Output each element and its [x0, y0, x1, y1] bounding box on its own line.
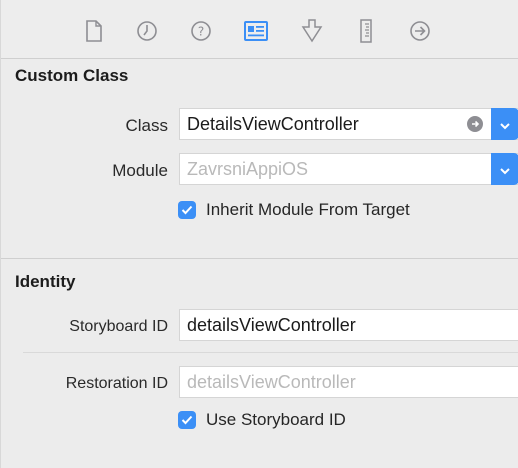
ruler-icon	[359, 19, 373, 43]
attributes-icon	[301, 19, 323, 43]
tab-connections-inspector[interactable]	[405, 16, 435, 46]
section-divider	[1, 258, 518, 259]
file-icon	[85, 20, 103, 42]
identity-inspector-panel: ? Custom Class Class DetailsViewControll…	[0, 0, 518, 468]
class-combo[interactable]: DetailsViewController	[179, 108, 518, 140]
restoration-id-placeholder[interactable]: detailsViewController	[187, 372, 518, 393]
tab-bar-divider	[1, 58, 518, 59]
class-field[interactable]: DetailsViewController	[187, 114, 467, 135]
restoration-id-label: Restoration ID	[65, 375, 168, 392]
row-separator	[23, 352, 518, 353]
go-to-class-arrow-icon[interactable]	[467, 116, 483, 132]
tab-identity-inspector[interactable]	[241, 16, 271, 46]
svg-text:?: ?	[198, 25, 204, 39]
inspector-tab-bar: ?	[1, 0, 518, 58]
chevron-down-icon	[499, 159, 511, 180]
custom-class-heading: Custom Class	[15, 66, 129, 85]
class-label: Class	[125, 116, 168, 135]
identity-card-icon	[244, 21, 268, 41]
inherit-module-row[interactable]: Inherit Module From Target	[178, 200, 410, 220]
module-field[interactable]: ZavrsniAppiOS	[187, 159, 491, 180]
clock-icon	[136, 20, 158, 42]
module-label: Module	[112, 161, 168, 180]
arrow-circle-icon	[409, 20, 431, 42]
use-storyboard-id-row[interactable]: Use Storyboard ID	[178, 410, 346, 430]
use-storyboard-id-checkbox[interactable]	[178, 411, 196, 429]
tab-file-inspector[interactable]	[79, 16, 109, 46]
tab-history-inspector[interactable]	[132, 16, 162, 46]
storyboard-id-value[interactable]: detailsViewController	[187, 315, 518, 336]
use-storyboard-id-label: Use Storyboard ID	[206, 410, 346, 429]
chevron-down-icon	[499, 114, 511, 135]
inherit-module-checkbox[interactable]	[178, 201, 196, 219]
class-dropdown-button[interactable]	[491, 108, 518, 140]
inherit-module-label: Inherit Module From Target	[206, 200, 410, 219]
storyboard-id-field[interactable]: detailsViewController	[179, 309, 518, 341]
module-combo[interactable]: ZavrsniAppiOS	[179, 153, 518, 185]
storyboard-id-label: Storyboard ID	[69, 318, 168, 335]
checkmark-icon	[181, 410, 193, 430]
tab-attributes-inspector[interactable]	[297, 16, 327, 46]
tab-quick-help-inspector[interactable]: ?	[186, 16, 216, 46]
tab-size-inspector[interactable]	[351, 16, 381, 46]
help-icon: ?	[190, 20, 212, 42]
checkmark-icon	[181, 200, 193, 220]
module-dropdown-button[interactable]	[491, 153, 518, 185]
restoration-id-field[interactable]: detailsViewController	[179, 366, 518, 398]
identity-heading: Identity	[15, 272, 76, 291]
